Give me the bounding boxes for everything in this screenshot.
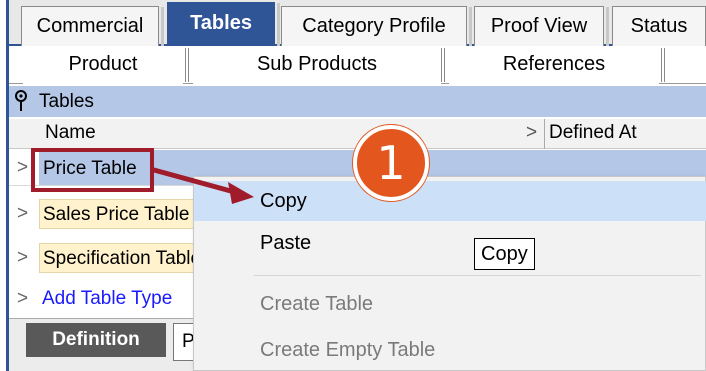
tab-divider <box>661 48 665 82</box>
tab-label: Commercial <box>36 15 144 37</box>
add-table-type-link[interactable]: Add Table Type <box>39 284 195 314</box>
menu-separator <box>254 275 701 276</box>
tab-status[interactable]: Status <box>612 6 706 46</box>
menu-item-create-empty-table[interactable]: Create Empty Table <box>194 330 706 370</box>
tab-label: References <box>502 53 606 75</box>
tab-label: Product <box>68 53 138 75</box>
tab-proof-view[interactable]: Proof View <box>474 6 609 46</box>
pin-icon[interactable] <box>13 90 29 112</box>
section-title: Tables <box>39 91 94 112</box>
highlight-box <box>31 148 154 192</box>
row-name-cell[interactable]: Sales Price Table <box>39 199 195 229</box>
tab-category-profile[interactable]: Category Profile <box>281 6 472 46</box>
tab-commercial[interactable]: Commercial <box>21 6 164 46</box>
tab-label: Status <box>630 15 688 37</box>
tab-label: Proof View <box>490 15 588 37</box>
row-name-cell[interactable]: Specification Table <box>39 243 195 273</box>
chevron-right-icon[interactable]: > <box>17 281 28 317</box>
tab-divider <box>185 48 189 82</box>
tab-divider <box>441 48 445 82</box>
tab-sub-products[interactable]: Sub Products <box>193 46 441 84</box>
menu-item-paste[interactable]: Paste <box>194 223 706 263</box>
tab-label: Tables <box>190 12 252 34</box>
tab-references[interactable]: References <box>449 46 659 84</box>
menu-item-copy[interactable]: Copy <box>194 181 706 221</box>
column-defined-at-header[interactable]: Defined At <box>544 119 637 149</box>
application-window: Commercial Tables Category Profile Proof… <box>0 0 706 371</box>
tab-definition[interactable]: Definition <box>26 323 166 357</box>
chevron-right-icon[interactable]: > <box>526 119 537 147</box>
window-left-border <box>6 0 9 371</box>
sub-tab-bar: Product Sub Products References <box>9 46 706 84</box>
chevron-right-icon[interactable]: > <box>17 196 28 232</box>
top-tab-bar: Commercial Tables Category Profile Proof… <box>9 0 706 46</box>
tables-section-header[interactable]: Tables <box>9 86 706 117</box>
tooltip: Copy <box>474 238 535 270</box>
step-number-badge: 1 <box>353 125 429 201</box>
chevron-right-icon[interactable]: > <box>17 150 28 186</box>
context-menu: Copy Paste Create Table Create Empty Tab… <box>193 176 706 371</box>
tab-label: Sub Products <box>256 53 378 75</box>
tab-label: Category Profile <box>302 15 446 37</box>
tab-tables[interactable]: Tables <box>167 2 280 46</box>
column-name-header[interactable]: Name <box>45 119 96 147</box>
tab-product[interactable]: Product <box>23 46 183 84</box>
chevron-right-icon[interactable]: > <box>17 240 28 276</box>
menu-item-create-table[interactable]: Create Table <box>194 284 706 324</box>
